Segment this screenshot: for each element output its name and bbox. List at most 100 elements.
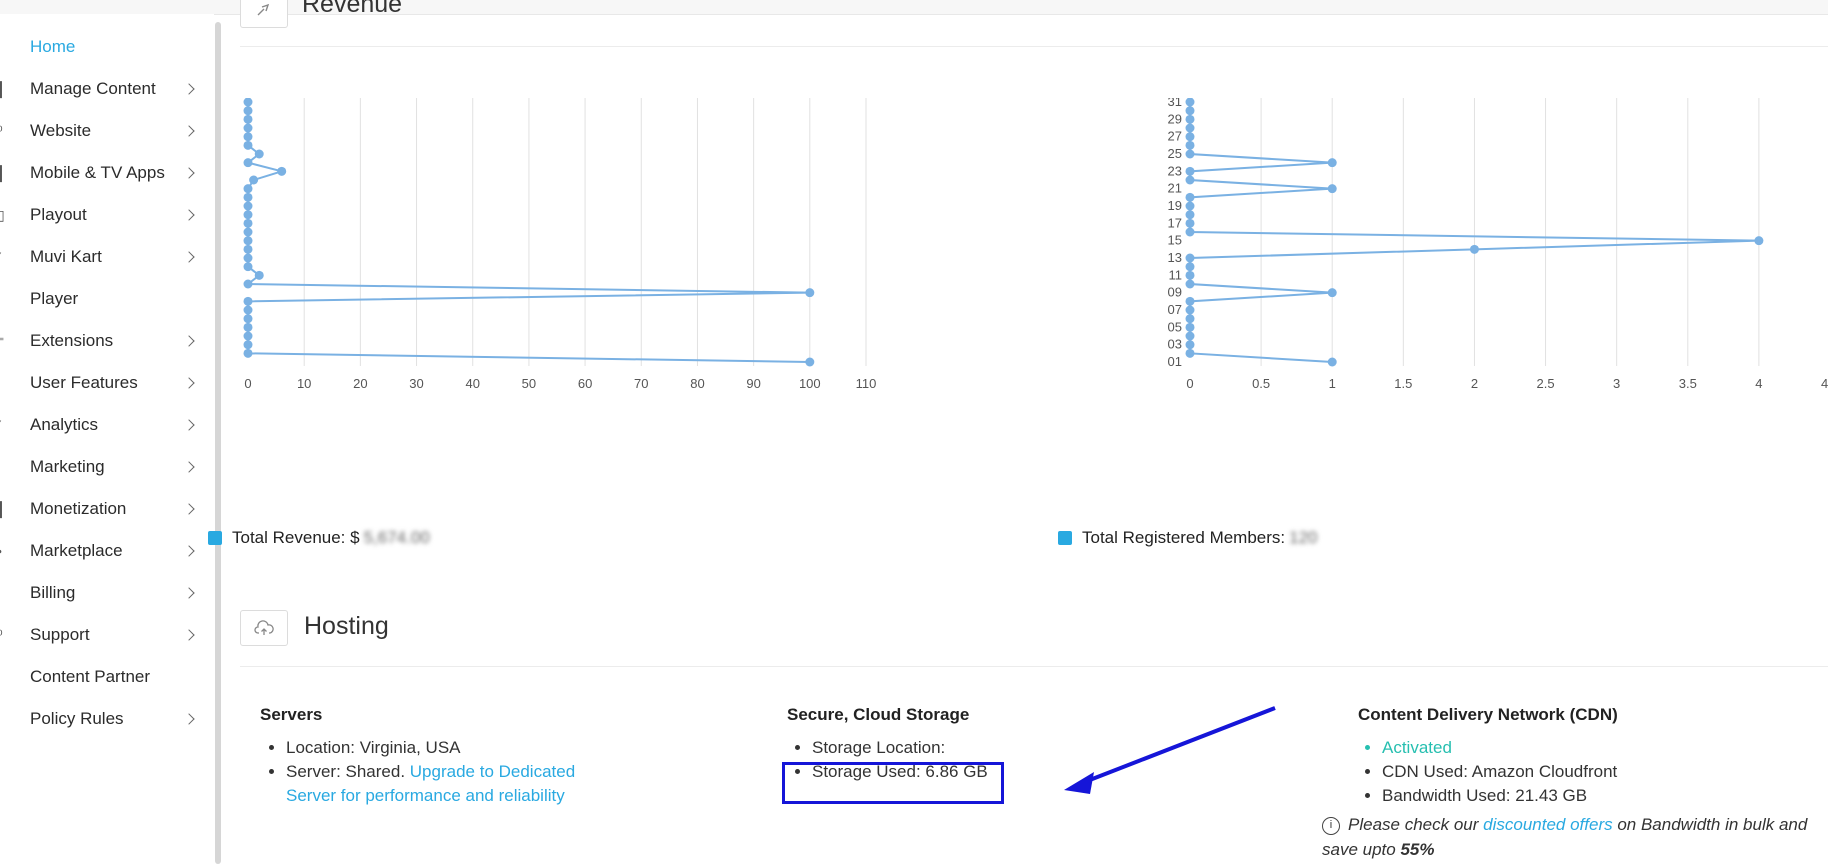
discounted-offers-link[interactable]: discounted offers bbox=[1483, 815, 1612, 834]
x-tick-label: 3 bbox=[1613, 376, 1620, 391]
data-point bbox=[1185, 322, 1195, 332]
sidebar-item-manage-content[interactable]: ▌ Manage Content bbox=[0, 67, 214, 111]
data-point bbox=[1185, 166, 1195, 176]
x-tick-label: 100 bbox=[799, 376, 821, 391]
chevron-right-icon bbox=[183, 209, 195, 221]
data-point bbox=[1185, 132, 1195, 142]
y-tick-label: 13 bbox=[1168, 250, 1182, 265]
y-tick-label: 19 bbox=[1168, 198, 1182, 213]
server-location: Location: Virginia, USA bbox=[286, 736, 616, 760]
data-point bbox=[1185, 97, 1195, 107]
data-point bbox=[243, 184, 253, 194]
x-tick-label: 40 bbox=[465, 376, 479, 391]
y-tick-label: 11 bbox=[1169, 267, 1183, 282]
data-point bbox=[254, 149, 264, 159]
sidebar-item-analytics[interactable]: ⁄ Analytics bbox=[0, 403, 214, 447]
data-point bbox=[243, 201, 253, 211]
info-icon: i bbox=[1322, 816, 1340, 835]
x-tick-label: 50 bbox=[522, 376, 536, 391]
revenue-legend-label: Total Revenue: $ bbox=[232, 528, 360, 547]
sidebar-item-extensions[interactable]: ⁼ Extensions bbox=[0, 319, 214, 363]
members-legend: Total Registered Members: 120 bbox=[1058, 528, 1318, 548]
annotation-arrow-head bbox=[1064, 772, 1094, 794]
sidebar-item-icon bbox=[0, 712, 3, 726]
sidebar-scrollbar[interactable] bbox=[215, 22, 221, 864]
data-point bbox=[243, 218, 253, 228]
bandwidth-offer-note: i Please check our discounted offers on B… bbox=[1322, 812, 1822, 862]
sidebar-item-website[interactable]: ⁰ Website bbox=[0, 109, 214, 153]
data-point bbox=[1327, 158, 1337, 168]
y-tick-label: 15 bbox=[1168, 233, 1182, 248]
sidebar-item-icon bbox=[0, 460, 3, 474]
cdn-used: CDN Used: Amazon Cloudfront bbox=[1382, 760, 1828, 784]
y-tick-label: 31 bbox=[1168, 98, 1182, 109]
data-point bbox=[1185, 253, 1195, 263]
sidebar-item-label: Player bbox=[30, 289, 79, 308]
data-point bbox=[1327, 357, 1337, 367]
x-tick-label: 4.5 bbox=[1821, 376, 1828, 391]
data-point bbox=[1185, 149, 1195, 159]
y-tick-label: 21 bbox=[1168, 181, 1182, 196]
sidebar-item-icon: ⁄ bbox=[0, 418, 3, 432]
chevron-right-icon bbox=[183, 503, 195, 515]
sidebar-item-home[interactable]: · Home bbox=[0, 25, 214, 69]
data-point bbox=[1185, 296, 1195, 306]
data-point bbox=[243, 236, 253, 246]
cdn-list: Activated CDN Used: Amazon Cloudfront Ba… bbox=[1358, 736, 1828, 808]
data-point bbox=[243, 106, 253, 116]
note-prefix: Please check our bbox=[1348, 815, 1484, 834]
dashboard-main: Revenue 01020304050607080901001103129272… bbox=[208, 0, 1828, 864]
sidebar-item-label: Monetization bbox=[30, 499, 127, 518]
data-point bbox=[1185, 340, 1195, 350]
sidebar-item-support[interactable]: ⁰ Support bbox=[0, 613, 214, 657]
x-tick-label: 70 bbox=[634, 376, 648, 391]
x-tick-label: 80 bbox=[690, 376, 704, 391]
data-point bbox=[243, 253, 253, 263]
sidebar-item-muvi-kart[interactable]: ⁄ Muvi Kart bbox=[0, 235, 214, 279]
chevron-right-icon bbox=[183, 587, 195, 599]
x-tick-label: 2.5 bbox=[1537, 376, 1555, 391]
chevron-right-icon bbox=[183, 251, 195, 263]
data-point bbox=[243, 192, 253, 202]
sidebar-item-label: Extensions bbox=[30, 331, 114, 350]
y-tick-label: 17 bbox=[1168, 215, 1182, 230]
sidebar-item-mobile-and-tv-apps[interactable]: ▌ Mobile & TV Apps bbox=[0, 151, 214, 195]
hosting-section-icon bbox=[240, 610, 288, 646]
sidebar-item-icon: . bbox=[0, 376, 3, 390]
data-point bbox=[1185, 314, 1195, 324]
chevron-right-icon bbox=[183, 167, 195, 179]
sidebar-item-label: Policy Rules bbox=[30, 709, 124, 728]
data-point bbox=[1185, 227, 1195, 237]
data-point bbox=[243, 132, 253, 142]
sidebar-item-icon: ▯ bbox=[0, 207, 5, 223]
data-point bbox=[249, 175, 259, 185]
revenue-total-value-redacted: 5,674.00 bbox=[363, 528, 430, 547]
revenue-title: Revenue bbox=[302, 0, 403, 18]
sidebar-item-icon: ▌ bbox=[0, 501, 7, 517]
annotation-arrow-shaft bbox=[1081, 706, 1276, 785]
x-tick-label: 4 bbox=[1755, 376, 1762, 391]
data-point bbox=[1185, 106, 1195, 116]
data-point bbox=[243, 97, 253, 107]
sidebar-item-policy-rules[interactable]: Policy Rules bbox=[0, 697, 214, 741]
data-point bbox=[1185, 175, 1195, 185]
data-point bbox=[243, 322, 253, 332]
sidebar-item-playout[interactable]: ▯ Playout bbox=[0, 193, 214, 237]
sidebar-item-icon bbox=[0, 292, 3, 306]
data-point bbox=[1185, 331, 1195, 341]
sidebar-item-content-partner[interactable]: . Content Partner bbox=[0, 655, 214, 699]
data-point bbox=[243, 262, 253, 272]
sidebar-item-player[interactable]: Player bbox=[0, 277, 214, 321]
sidebar-item-marketing[interactable]: Marketing bbox=[0, 445, 214, 489]
y-tick-label: 23 bbox=[1168, 163, 1182, 178]
members-chart: 0 0.5 1 1.5 2 2.5 3 3.5 4 4.5 31 29 27 25 23 21 19 17 15 13… bbox=[1060, 94, 1828, 398]
sidebar-item-monetization[interactable]: ▌ Monetization bbox=[0, 487, 214, 531]
cdn-bandwidth: Bandwidth Used: 21.43 GB bbox=[1382, 784, 1828, 808]
cloud-upload-icon bbox=[254, 620, 274, 635]
x-tick-label: 10 bbox=[297, 376, 311, 391]
sidebar-item-label: Manage Content bbox=[30, 79, 156, 98]
sidebar-item-user-features[interactable]: . User Features bbox=[0, 361, 214, 405]
data-point bbox=[1754, 236, 1764, 246]
sidebar-item-marketplace[interactable]: • Marketplace bbox=[0, 529, 214, 573]
sidebar-item-billing[interactable]: Billing bbox=[0, 571, 214, 615]
